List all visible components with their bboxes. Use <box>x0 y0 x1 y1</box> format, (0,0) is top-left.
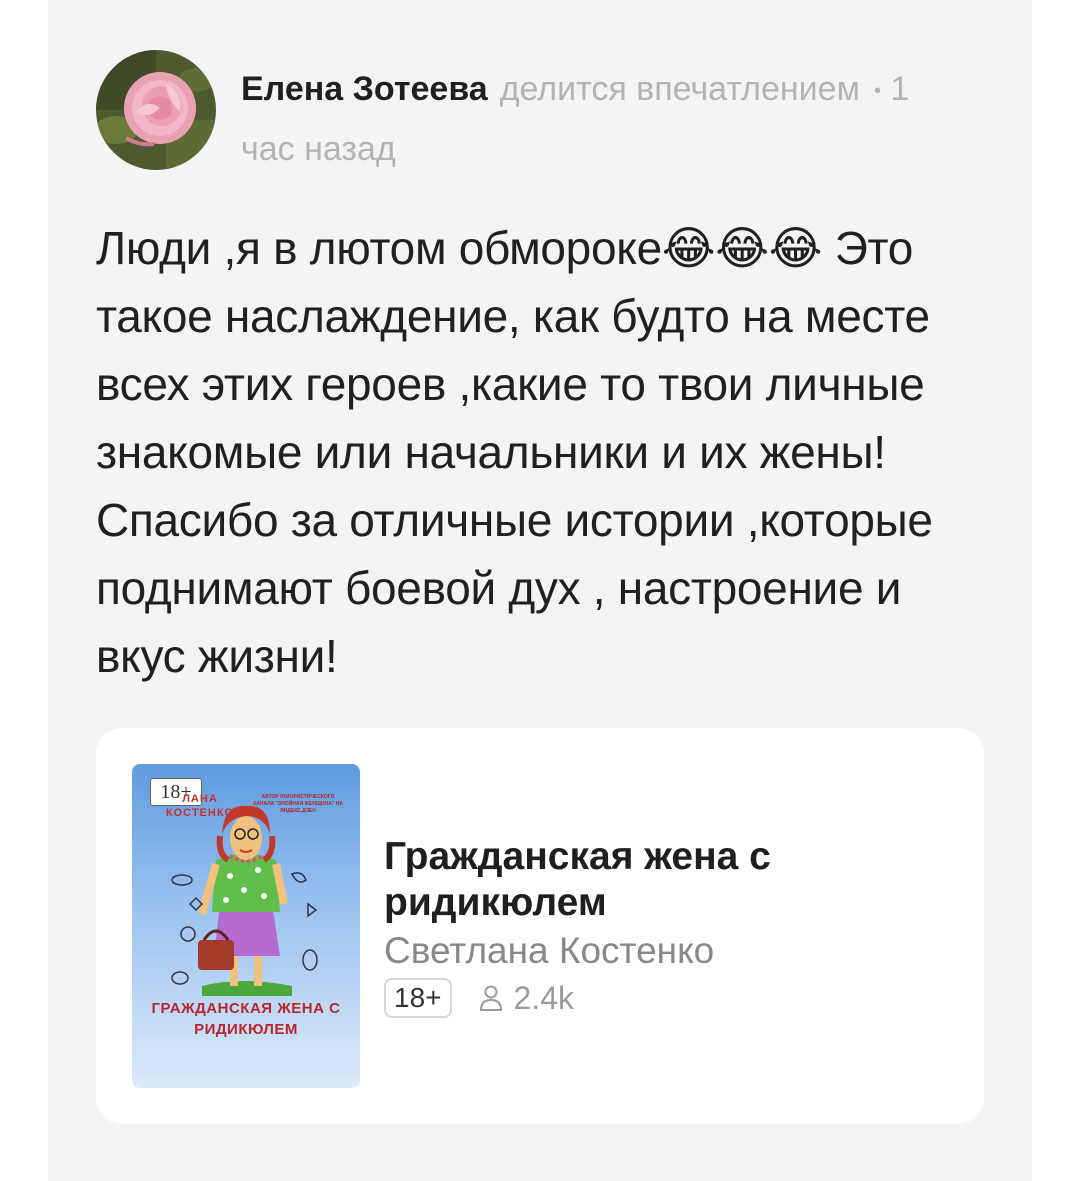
age-rating-badge: 18+ <box>384 978 452 1018</box>
book-meta: 18+ 2.4k <box>384 978 574 1018</box>
avatar[interactable] <box>96 50 216 170</box>
cover-note-text: АВТОР ЮМОРИСТИЧЕСКОГО КАНАЛА "ЗНОЙНАЯ ЖЕ… <box>253 794 343 814</box>
views-count: 2.4k <box>478 980 574 1017</box>
views-count-text: 2.4k <box>513 979 574 1016</box>
book-title[interactable]: Гражданская жена с ридикюлем <box>384 834 944 926</box>
book-card[interactable]: 18+ ЛАНА КОСТЕНКО АВТОР ЮМОРИСТИЧЕСКОГО … <box>96 728 984 1124</box>
post-text: Люди ,я в лютом обмороке😂😂😂 Это такое на… <box>96 222 933 682</box>
person-icon <box>479 985 502 1011</box>
author-name[interactable]: Елена Зотеева <box>241 70 488 108</box>
book-author[interactable]: Светлана Костенко <box>384 928 714 974</box>
cover-author-text: ЛАНА КОСТЕНКО <box>165 793 235 819</box>
rose-avatar-image <box>96 50 216 170</box>
post-header: Елена Зотеева делится впечатлением • 1 час… <box>241 60 971 178</box>
cover-title-text: ГРАЖДАНСКАЯ ЖЕНА С РИДИКЮЛЕМ <box>151 1000 341 1038</box>
post-action-text: делится впечатлением <box>499 70 860 108</box>
book-cover[interactable]: 18+ ЛАНА КОСТЕНКО АВТОР ЮМОРИСТИЧЕСКОГО … <box>132 764 360 1088</box>
separator-dot: • <box>873 80 881 103</box>
